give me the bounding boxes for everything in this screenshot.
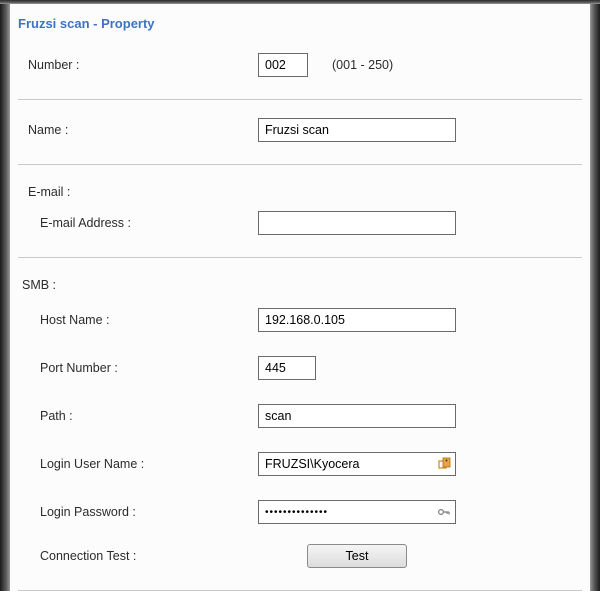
email-address-label: E-mail Address :	[18, 216, 258, 230]
test-button[interactable]: Test	[307, 544, 407, 568]
login-user-label: Login User Name :	[18, 457, 258, 471]
number-label: Number :	[18, 58, 258, 72]
connection-test-label: Connection Test :	[18, 549, 258, 563]
login-password-input[interactable]	[258, 500, 456, 524]
name-section: Name :	[10, 104, 590, 160]
host-name-input[interactable]	[258, 308, 456, 332]
email-address-input[interactable]	[258, 211, 456, 235]
separator	[18, 257, 582, 258]
property-panel: Fruzsi scan - Property Number : (001 - 2…	[10, 4, 590, 591]
separator	[18, 99, 582, 100]
name-label: Name :	[18, 123, 258, 137]
login-user-input[interactable]	[258, 452, 456, 476]
port-number-label: Port Number :	[18, 361, 258, 375]
email-section: E-mail : E-mail Address :	[10, 169, 590, 253]
path-input[interactable]	[258, 404, 456, 428]
name-input[interactable]	[258, 118, 456, 142]
port-number-input[interactable]	[258, 356, 316, 380]
number-section: Number : (001 - 250)	[10, 39, 590, 95]
number-hint: (001 - 250)	[332, 58, 393, 72]
email-section-head: E-mail :	[18, 175, 582, 203]
panel-title: Fruzsi scan - Property	[10, 4, 590, 39]
separator	[18, 164, 582, 165]
smb-section: SMB : Host Name : Port Number : Path : L…	[10, 262, 590, 586]
smb-section-head: SMB :	[18, 268, 582, 296]
host-name-label: Host Name :	[18, 313, 258, 327]
path-label: Path :	[18, 409, 258, 423]
login-password-label: Login Password :	[18, 505, 258, 519]
number-input[interactable]	[258, 53, 308, 77]
